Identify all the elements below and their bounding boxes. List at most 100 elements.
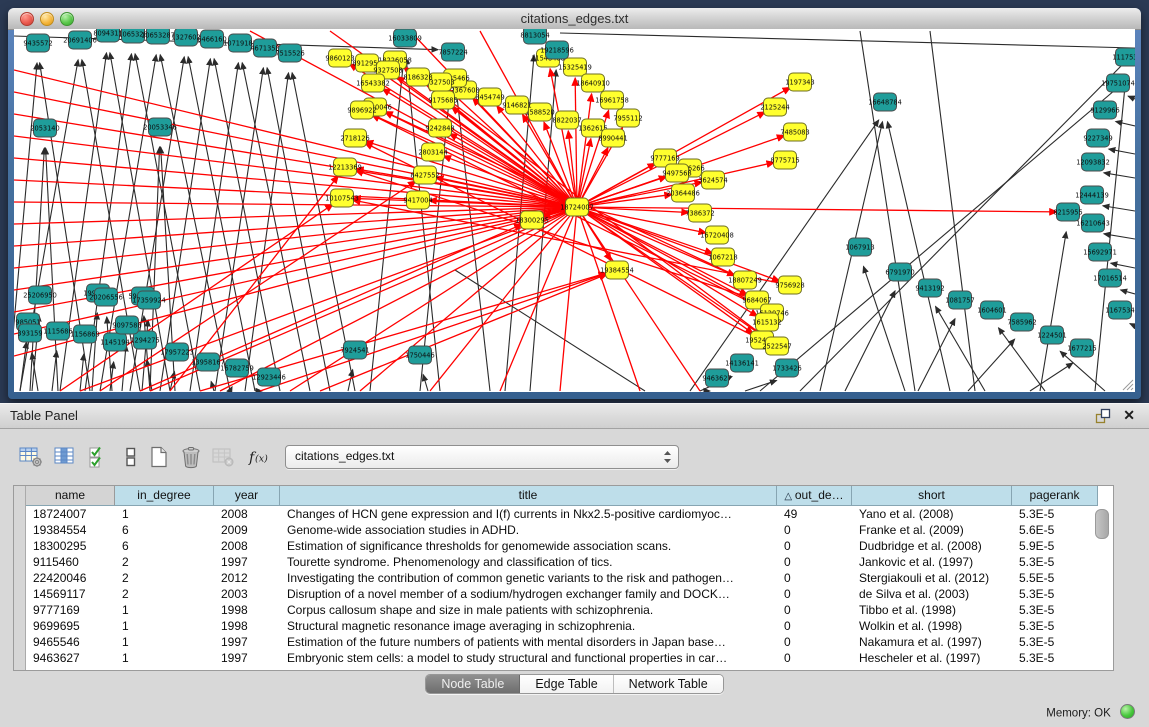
graph-node-label: 8427552	[410, 171, 439, 179]
tab-node-table[interactable]: Node Table	[426, 675, 520, 693]
table-settings-icon[interactable]	[18, 445, 44, 469]
table-row[interactable]: 946362711997Embryonic stem cells: a mode…	[26, 650, 1098, 666]
table-cell: 0	[777, 538, 852, 554]
dropdown-arrows-icon	[663, 450, 672, 464]
graph-node-label: 10107543	[325, 194, 359, 202]
graph-edge	[1030, 363, 1073, 391]
graph-node-label: 9684067	[742, 296, 771, 304]
graph-node-label: 3624574	[698, 176, 727, 184]
table-cell: 9463627	[26, 650, 115, 666]
table-selector-dropdown[interactable]: citations_edges.txt	[285, 445, 679, 469]
graph-edge	[1130, 324, 1135, 326]
graph-node-label: 7386372	[685, 209, 714, 217]
graph-node-label: 15325419	[558, 63, 592, 71]
graph-edge	[290, 207, 577, 391]
new-document-icon[interactable]	[146, 445, 172, 469]
table-cell: Genome-wide association studies in ADHD.	[280, 522, 777, 538]
graph-node-label: 2718126	[340, 134, 369, 142]
table-cell: 1	[115, 506, 214, 522]
column-header-name[interactable]: name	[26, 486, 115, 506]
graph-edge	[560, 207, 577, 391]
graph-edge	[1121, 290, 1135, 294]
table-row[interactable]: 969969511998Structural magnetic resonanc…	[26, 618, 1098, 634]
graph-node-label: 2803144	[418, 148, 447, 156]
vertical-scrollbar[interactable]	[1095, 509, 1109, 539]
column-header-title[interactable]: title	[280, 486, 777, 506]
graph-node-label: 17359924	[132, 296, 166, 304]
float-window-icon[interactable]	[1095, 408, 1111, 424]
table-row[interactable]: 2242004622012Investigating the contribut…	[26, 570, 1098, 586]
graph-edge	[80, 354, 84, 391]
select-column-icon[interactable]	[52, 445, 78, 469]
graph-node-label: 393159	[17, 329, 42, 337]
graph-node-label: 12213369	[328, 163, 362, 171]
graph-node-label: 9413192	[915, 284, 944, 292]
graph-node-label: 2522547	[762, 342, 791, 350]
graph-node-label: 9175685	[428, 96, 457, 104]
network-canvas[interactable]: 1872400715325419186409101696175815885208…	[14, 29, 1135, 392]
rows-icon[interactable]	[118, 445, 144, 469]
table-cell: 1	[115, 650, 214, 666]
table-row[interactable]: 1872400712008Changes of HCN gene express…	[26, 506, 1098, 522]
graph-node-label: 1677215	[1067, 344, 1096, 352]
table-row[interactable]: 1938455462009Genome-wide association stu…	[26, 522, 1098, 538]
table-row[interactable]: 977716911998Corpus callosum shape and si…	[26, 602, 1098, 618]
graph-node-label: 8813054	[520, 31, 549, 39]
graph-node-label: 18640910	[576, 79, 610, 87]
graph-node-label: 9227349	[1083, 134, 1112, 142]
table-cell: 0	[777, 602, 852, 618]
column-header-in_degree[interactable]: in_degree	[115, 486, 214, 506]
table-cell: Tibbo et al. (1998)	[852, 602, 1012, 618]
graph-edge	[845, 291, 895, 391]
graph-node-label: 9435572	[23, 39, 52, 47]
graph-node-label: 8454749	[475, 93, 504, 101]
graph-node-label: 1081757	[945, 296, 974, 304]
table-header-row: namein_degreeyeartitle△ out_de…shortpage…	[26, 486, 1098, 506]
table-row[interactable]: 911546021997Tourette syndrome. Phenomeno…	[26, 554, 1098, 570]
window-titlebar[interactable]: citations_edges.txt	[8, 8, 1141, 30]
table-cell: Nakamura et al. (1997)	[852, 634, 1012, 650]
table-row[interactable]: 1830029562008Estimation of significance …	[26, 538, 1098, 554]
graph-node-label: 20206556	[89, 293, 123, 301]
function-fx-icon[interactable]: f (x)	[246, 445, 272, 469]
graph-node-label: 1115686	[43, 327, 72, 335]
graph-node-label: 10653287	[141, 31, 175, 39]
table-cell: Jankovic et al. (1997)	[852, 554, 1012, 570]
graph-node-label: 7955112	[613, 114, 642, 122]
column-header-year[interactable]: year	[214, 486, 280, 506]
memory-status-icon[interactable]	[1120, 704, 1135, 719]
graph-edge	[1104, 173, 1135, 178]
table-cell: 0	[777, 618, 852, 634]
graph-edge	[745, 380, 777, 391]
table-cell: 0	[777, 570, 852, 586]
graph-edge	[1104, 234, 1135, 239]
tab-network-table[interactable]: Network Table	[614, 675, 723, 693]
graph-node-label: 1604601	[977, 306, 1006, 314]
graph-node-label: 14136141	[725, 359, 759, 367]
table-cell: Stergiakouli et al. (2012)	[852, 570, 1012, 586]
row-checks-icon[interactable]	[86, 445, 112, 469]
column-header-short[interactable]: short	[852, 486, 1012, 506]
column-header-pagerank[interactable]: pagerank	[1012, 486, 1098, 506]
table-cell: Hescheler et al. (1997)	[852, 650, 1012, 666]
column-header-out_de[interactable]: △ out_de…	[777, 486, 852, 506]
resize-grip-icon[interactable]	[1121, 378, 1134, 391]
table-cell: 5.3E-5	[1012, 506, 1098, 522]
table-row[interactable]: 1456911722003Disruption of a novel membe…	[26, 586, 1098, 602]
graph-edge	[918, 319, 955, 391]
close-icon[interactable]: ✕	[1123, 406, 1135, 424]
table-row[interactable]: 946554611997Estimation of the future num…	[26, 634, 1098, 650]
graph-node-label: 9860123	[325, 54, 354, 62]
table-cell: 18724007	[26, 506, 115, 522]
table-cell: 6	[115, 522, 214, 538]
trash-icon[interactable]	[178, 445, 204, 469]
table-selector-value: citations_edges.txt	[295, 449, 394, 463]
citation-network-graph[interactable]: 1872400715325419186409101696175815885208…	[14, 29, 1135, 392]
graph-edge	[220, 207, 577, 391]
graph-node-label: 9417004	[403, 196, 432, 204]
graph-node-label: 9097588	[112, 321, 141, 329]
graph-edge	[14, 207, 577, 290]
table-cell: Estimation of significance thresholds fo…	[280, 538, 777, 554]
tab-edge-table[interactable]: Edge Table	[520, 675, 613, 693]
graph-node-label: 20053346	[143, 123, 177, 131]
